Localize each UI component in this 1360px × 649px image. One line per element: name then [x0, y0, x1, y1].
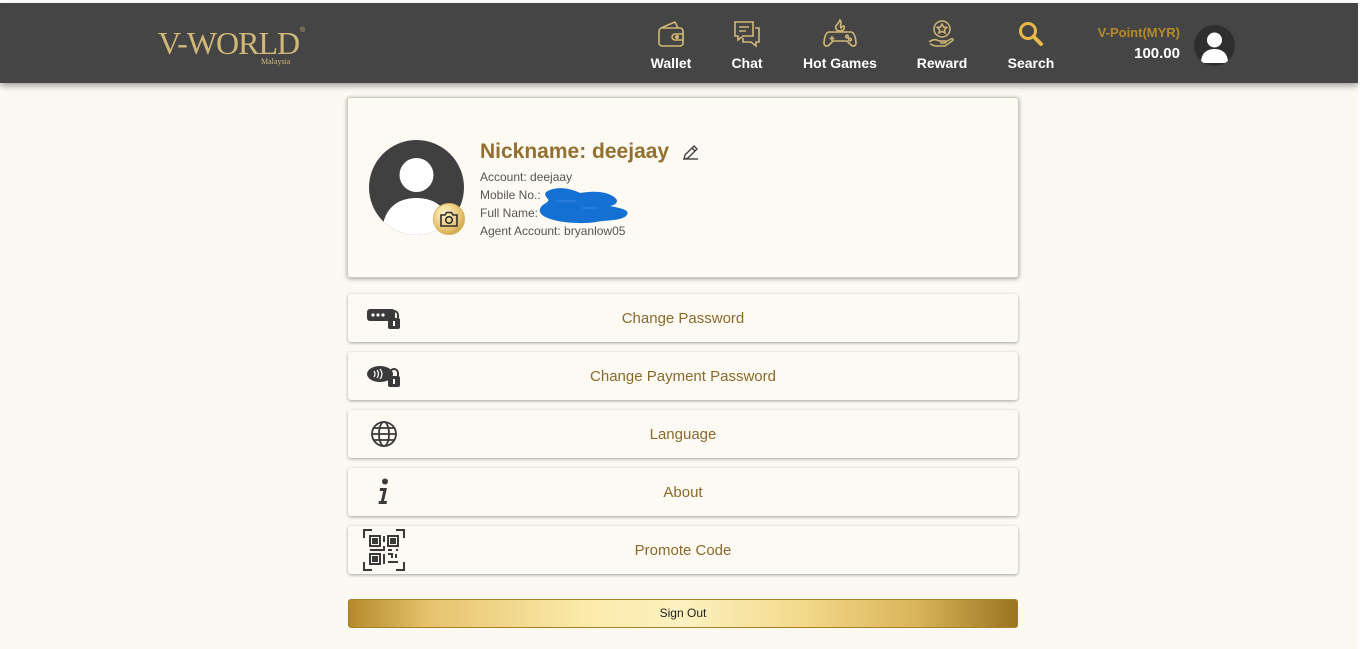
account-text: Account: deejaay — [480, 170, 573, 184]
language-item[interactable]: Language — [348, 410, 1018, 458]
profile-card: Nickname: deejaay Account: deejaay Mobil… — [347, 97, 1019, 278]
registered-mark: ® — [300, 27, 306, 34]
reward-icon — [925, 17, 959, 51]
nav-search-label: Search — [1007, 55, 1055, 71]
promote-code-item[interactable]: Promote Code — [348, 526, 1018, 574]
full-name-text: Full Name: — [480, 206, 539, 220]
about-label: About — [663, 484, 703, 501]
user-avatar-button[interactable] — [1194, 25, 1235, 66]
language-label: Language — [649, 426, 717, 443]
agent-account-text: Agent Account: bryanlow05 — [480, 224, 626, 238]
change-password-item[interactable]: Change Password — [348, 294, 1018, 342]
nav-hot-games[interactable]: Hot Games — [800, 17, 880, 75]
nav-hot-games-label: Hot Games — [803, 55, 877, 71]
chat-icon — [730, 17, 764, 51]
nav-chat-label: Chat — [731, 55, 763, 71]
change-payment-password-label: Change Payment Password — [590, 368, 776, 385]
nav-chat[interactable]: Chat — [728, 17, 766, 75]
user-icon — [1201, 32, 1228, 63]
brand-name: V-WORLD — [158, 25, 300, 61]
vpoint-value: 100.00 — [1134, 45, 1180, 62]
search-icon — [1014, 17, 1048, 51]
change-payment-password-item[interactable]: Change Payment Password — [348, 352, 1018, 400]
camera-icon — [440, 211, 458, 227]
about-item[interactable]: About — [348, 468, 1018, 516]
redaction-mark — [539, 188, 628, 224]
change-password-label: Change Password — [621, 310, 745, 327]
gamepad-icon — [823, 17, 857, 51]
brand-region: Malaysia — [261, 57, 291, 66]
vpoint-balance: V-Point(MYR) 100.00 — [1060, 25, 1180, 62]
edit-nickname-icon[interactable] — [681, 142, 701, 162]
nav-wallet[interactable]: Wallet — [648, 17, 694, 75]
wallet-icon — [654, 17, 688, 51]
nav-reward[interactable]: Reward — [914, 17, 970, 75]
vpoint-label: V-Point(MYR) — [1097, 25, 1180, 40]
nav-wallet-label: Wallet — [650, 55, 692, 71]
change-photo-button[interactable] — [433, 203, 465, 235]
nav-search[interactable]: Search — [1005, 17, 1057, 75]
brand-logo[interactable]: V-WORLD ® Malaysia — [158, 25, 308, 69]
mobile-text: Mobile No.: — [480, 188, 541, 202]
sign-out-button[interactable]: Sign Out — [348, 599, 1018, 628]
nickname-text: Nickname: deejaay — [480, 140, 670, 163]
nickname-row: Nickname: deejaay — [480, 140, 701, 164]
top-header: V-WORLD ® Malaysia Wallet Chat Hot Games… — [0, 3, 1358, 83]
nav-reward-label: Reward — [916, 55, 968, 71]
promote-code-label: Promote Code — [634, 542, 732, 559]
